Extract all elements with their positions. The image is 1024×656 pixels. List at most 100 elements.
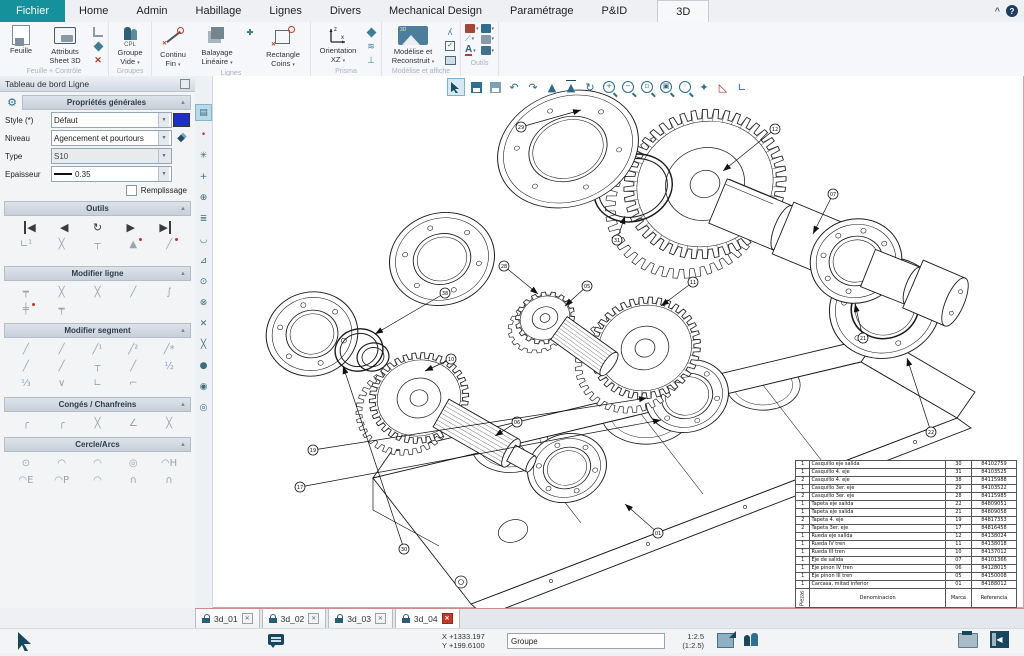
- arc-3pt-tool[interactable]: ◠: [85, 455, 109, 471]
- section-header-cercle[interactable]: Cercle/Arcs▲: [4, 437, 191, 452]
- attributs-sheet3d-button[interactable]: Attributs Sheet 3D: [41, 24, 89, 65]
- segment-node-tool[interactable]: ╱: [14, 358, 38, 374]
- prisma-diamond-button[interactable]: [364, 26, 378, 38]
- sheet-tab-3d_03[interactable]: 3d_03✕: [328, 609, 393, 629]
- fillet-tool[interactable]: ╭: [14, 415, 38, 431]
- ruler-button[interactable]: ∟: [734, 79, 750, 95]
- rejoin-line-tool[interactable]: ┯: [50, 301, 74, 317]
- outils-disk2-button[interactable]: ▾: [481, 45, 495, 56]
- menu-p-id[interactable]: P&ID: [588, 0, 642, 22]
- outils-folder-button[interactable]: ▾: [481, 34, 495, 44]
- epaisseur-select[interactable]: 0.35 ▼: [51, 166, 172, 182]
- outils-box-button[interactable]: ▾: [465, 24, 479, 33]
- snap-center-button[interactable]: ⊕: [196, 190, 211, 205]
- tick-line-tool[interactable]: ┬: [85, 236, 109, 252]
- layers-icon[interactable]: ◆: [177, 133, 185, 144]
- copy-segment-tool[interactable]: ╱: [50, 341, 74, 357]
- menu-habillage[interactable]: Habillage: [182, 0, 256, 22]
- save-copy-button[interactable]: [487, 79, 503, 95]
- move-line-tool[interactable]: ╱: [121, 284, 145, 300]
- remplissage-checkbox[interactable]: [126, 185, 137, 196]
- third-segment-tool[interactable]: ⅓: [14, 375, 38, 391]
- color-swatch[interactable]: [173, 113, 190, 127]
- menu-home[interactable]: Home: [65, 0, 122, 22]
- circle-center-radius-tool[interactable]: ⊙: [14, 455, 38, 471]
- zoom-previous-button[interactable]: ◦: [677, 79, 693, 95]
- menu-fichier[interactable]: Fichier: [0, 0, 65, 22]
- save-button[interactable]: [468, 79, 484, 95]
- balayage-lineaire-button[interactable]: Balayage Linéaire ▾: [193, 24, 241, 66]
- section-header-general[interactable]: Propriétés générales ▲: [22, 95, 191, 110]
- erase-button[interactable]: ✕: [196, 316, 211, 331]
- line-plus-button[interactable]: ✚: [243, 26, 257, 38]
- curve-button[interactable]: ◡: [196, 232, 211, 247]
- pin-icon[interactable]: [180, 79, 190, 89]
- curve-line-tool[interactable]: ∫: [157, 284, 181, 300]
- extend-segment-1-tool[interactable]: ╱¹: [85, 341, 109, 357]
- stretch-line-tool[interactable]: ┯: [14, 284, 38, 300]
- sheet-tab-3d_04[interactable]: 3d_04✕: [395, 609, 460, 629]
- type-select[interactable]: S10 ▼: [51, 148, 172, 164]
- zoom-out-button[interactable]: −: [620, 79, 636, 95]
- style-select[interactable]: Défaut ▼: [51, 112, 172, 128]
- check-display-button[interactable]: ✓: [443, 40, 457, 52]
- section-header-conges[interactable]: Congés / Chanfreins▲: [4, 397, 191, 412]
- move-segment-tool[interactable]: ╱: [14, 341, 38, 357]
- angle-grid-tool[interactable]: ▲: [121, 236, 145, 252]
- delete-sheet-button[interactable]: ✕: [91, 54, 105, 66]
- menu-lignes[interactable]: Lignes: [255, 0, 315, 22]
- redo-button[interactable]: ↷: [525, 79, 541, 95]
- split-line-tool[interactable]: ╪: [14, 301, 38, 317]
- orientation-xz-button[interactable]: zx Orientation XZ ▾: [314, 24, 362, 64]
- niveau-select[interactable]: Agencement et pourtours ▼: [51, 130, 172, 146]
- cursor-arrow-icon[interactable]: [16, 631, 38, 656]
- arc-e-tool[interactable]: ◠E: [14, 472, 38, 488]
- group-input[interactable]: [507, 633, 665, 649]
- section-header-outils[interactable]: Outils▲: [4, 201, 191, 216]
- fillet-radius-tool[interactable]: ╭: [50, 415, 74, 431]
- prisma-layers-button[interactable]: ≋: [364, 40, 378, 52]
- help-icon[interactable]: ?: [1006, 5, 1018, 17]
- rectangle-coins-button[interactable]: ✕ Rectangle Coins ▾: [259, 24, 307, 68]
- go-first-button[interactable]: ◀: [24, 221, 35, 234]
- point-button[interactable]: •: [196, 127, 211, 142]
- explode-button[interactable]: ✳: [196, 148, 211, 163]
- workbench-button[interactable]: ▤: [195, 104, 212, 121]
- print-icon[interactable]: [958, 633, 978, 648]
- tree-view-button[interactable]: ʎ: [443, 26, 457, 38]
- dark-point-button[interactable]: ●: [196, 358, 211, 373]
- drawing-canvas[interactable]: ↶↷▲▲↻+−▫▣◦✦◺∟ 29311207212805111006221917…: [213, 76, 1024, 608]
- angle-button[interactable]: ⊿: [196, 253, 211, 268]
- panel-collapse-icon[interactable]: ◀: [990, 631, 1009, 648]
- outils-text-button[interactable]: A▾: [465, 45, 479, 56]
- chamfer-tool[interactable]: ∠: [121, 415, 145, 431]
- menu-3d[interactable]: 3D: [657, 0, 709, 22]
- segment-query-tool[interactable]: ╱: [121, 358, 145, 374]
- arc-start-tool[interactable]: ◠: [85, 472, 109, 488]
- tab-close-icon[interactable]: ✕: [375, 613, 386, 624]
- section-header-modifier-ligne[interactable]: Modifier ligne▲: [4, 266, 191, 281]
- coordinates-button[interactable]: ≣: [196, 211, 211, 226]
- gear-icon[interactable]: ⚙: [4, 96, 20, 109]
- fillet-no-trim-tool[interactable]: ╳: [85, 415, 109, 431]
- chamfer-no-trim-tool[interactable]: ╳: [157, 415, 181, 431]
- ribbon-collapse-icon[interactable]: ^: [995, 6, 1000, 16]
- tab-close-icon[interactable]: ✕: [308, 613, 319, 624]
- corner-tool-button[interactable]: [91, 26, 105, 38]
- menu-admin[interactable]: Admin: [122, 0, 181, 22]
- numbered-construction-tool[interactable]: ∟¹: [14, 236, 38, 252]
- monitor-button[interactable]: [443, 54, 457, 66]
- section-header-modifier-segment[interactable]: Modifier segment▲: [4, 323, 191, 338]
- groupe-vide-button[interactable]: CPL Groupe Vide ▾: [112, 24, 148, 66]
- go-next-button[interactable]: ▶: [126, 221, 134, 234]
- view-top-button[interactable]: ▲: [563, 79, 579, 95]
- calculator-icon[interactable]: [717, 633, 734, 648]
- refresh-button[interactable]: ↻: [93, 221, 102, 234]
- extend-segment-2-tool[interactable]: ╱²: [121, 341, 145, 357]
- multi-segment-tool[interactable]: ╱*: [157, 341, 181, 357]
- sheet-tab-3d_02[interactable]: 3d_02✕: [262, 609, 327, 629]
- select-tool-button[interactable]: [447, 78, 465, 96]
- prisma-axis-button[interactable]: ⊥: [364, 54, 378, 66]
- continu-fin-button[interactable]: ✕ Continu Fin ▾: [155, 24, 191, 68]
- corner-segment-tool[interactable]: ⌐: [121, 375, 145, 391]
